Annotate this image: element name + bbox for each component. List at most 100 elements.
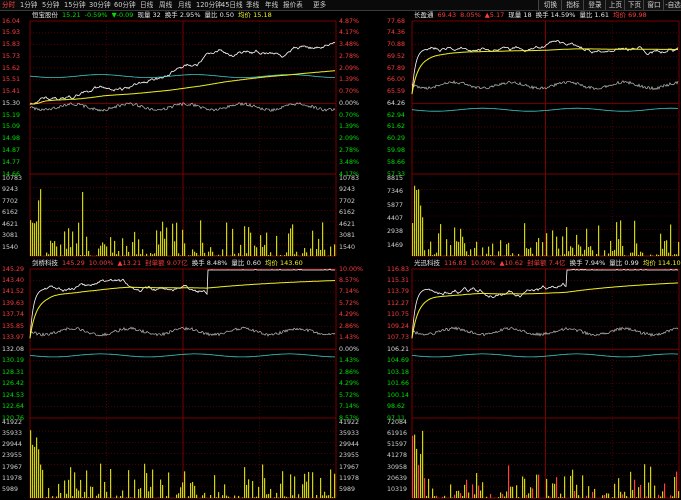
toolbar-button-3[interactable]: 上页 [605,0,625,10]
period-tab-3[interactable]: 15分钟 [64,1,86,10]
volume-bar [604,494,606,498]
price-axis-label: 15.51 [2,76,21,84]
volume-axis-label: 7346 [387,188,404,196]
volume-bar [416,448,418,498]
period-tab-2[interactable]: 5分钟 [42,1,59,10]
volume-bar [46,497,48,498]
period-tab-12[interactable]: 年线 [265,1,278,10]
stock-panel-p2[interactable]: 长盈通 69.43 8.05% ▲5.17 现量 18 换手 14.59% 量比 1.61 均… [385,11,681,258]
volume-bar [34,223,36,256]
volume-bar [572,247,574,256]
price-axis-label: 113.79 [387,288,410,296]
volume-bar [612,497,614,498]
volume-bar [204,252,206,256]
volume-bar [148,491,150,498]
volume-bar [450,245,452,256]
period-tab-13[interactable]: 报价表 [283,1,303,10]
volume-bar [84,255,86,256]
stock-panel-p3[interactable]: 剑桥科技 145.29 10.00% ▲13.21 封单额 9.07亿 换手 8.48% 量… [0,259,384,500]
volume-bar [286,252,288,256]
volume-bar [676,254,678,256]
pct-axis-label: 2.78% [339,52,360,60]
volume-axis-label: 7702 [339,197,356,205]
volume-bar [414,185,416,256]
volume-bar [184,471,186,498]
volume-bar [630,471,632,498]
volume-bar [464,243,466,256]
period-tab-4[interactable]: 30分钟 [89,1,111,10]
volume-bar [316,494,318,498]
volume-axis-label: 11978 [2,474,23,482]
period-tab-10[interactable]: 45日线 [221,1,243,10]
volume-bar [292,224,294,256]
toolbar-button-2[interactable]: 登录 [583,0,606,10]
stock-panel-p4[interactable]: 光迅科技 116.83 10.00% ▲10.62 封单额 7.4亿 换手 7.94% 量比… [385,259,681,500]
period-tab-8[interactable]: 月线 [178,1,191,10]
volume-bar [86,470,88,498]
volume-bar [166,496,168,498]
price-axis-label: 15.41 [2,88,21,96]
volume-bar [150,252,152,256]
volume-bar [260,235,262,256]
volume-bar [658,254,660,256]
volume-bar [66,493,68,498]
intraday-chart[interactable] [385,259,681,500]
volume-bar [270,488,272,498]
volume-bar [536,474,538,498]
volume-bar [486,496,488,498]
volume-bar [196,494,198,498]
toolbar-button-4[interactable]: 下页 [624,0,644,10]
volume-bar [660,496,662,498]
intraday-chart[interactable] [0,259,384,500]
volume-bar [504,496,506,498]
stock-panel-p1[interactable]: 恒宝股份 15.21 -0.59% ▼-0.09 现量 32 换手 2.95% 量比 0.5… [0,11,384,258]
volume-bar [312,472,314,498]
volume-bar [620,220,622,256]
volume-bar [434,254,436,256]
toolbar-button-5[interactable]: 窗口 [643,0,664,10]
period-tab-11[interactable]: 季线 [246,1,259,10]
volume-bar [134,231,136,256]
volume-bar [608,493,610,498]
volume-bar [312,230,314,256]
period-tab-6[interactable]: 日线 [140,1,153,10]
volume-bar [130,497,132,498]
period-tab-7[interactable]: 周线 [159,1,172,10]
volume-bar [226,495,228,498]
pct-axis-label: 1.43% [339,357,360,365]
period-tab-5[interactable]: 60分钟 [114,1,136,10]
volume-bar [218,492,220,498]
volume-bar [222,249,224,256]
period-tab-1[interactable]: 1分钟 [20,1,37,10]
volume-bar [106,246,108,256]
volume-bar [632,252,634,256]
toolbar-button-1[interactable]: 指标 [561,0,584,10]
volume-bar [500,240,502,256]
volume-bar [614,249,616,256]
period-tab-14[interactable]: 更多 [313,1,326,10]
volume-bar [46,252,48,256]
volume-bar [420,453,422,498]
volume-bar [146,253,148,256]
toolbar-button-0[interactable]: 切换 [538,0,562,10]
volume-axis-label: 30958 [387,463,408,471]
volume-bar [40,189,42,256]
price-axis-label: 100.14 [387,391,410,399]
toolbar-button-6[interactable]: -自选 [663,0,681,10]
price-axis-label: 14.98 [2,135,21,143]
price-axis-label: 143.40 [2,276,25,284]
period-tab-9[interactable]: 120分钟 [196,1,222,10]
volume-bar [268,255,270,256]
volume-bar [30,430,32,498]
volume-bar [512,253,514,256]
price-axis-label: 135.85 [2,322,25,330]
period-tab-0[interactable]: 分时 [2,1,15,10]
volume-bar [466,251,468,256]
intraday-chart[interactable] [385,11,681,258]
volume-bar [588,247,590,256]
intraday-chart[interactable] [0,11,384,258]
price-axis-label: 64.26 [387,99,406,107]
pct-axis-label: 0.70% [339,111,360,119]
volume-bar [530,487,532,498]
volume-bar [190,483,192,498]
